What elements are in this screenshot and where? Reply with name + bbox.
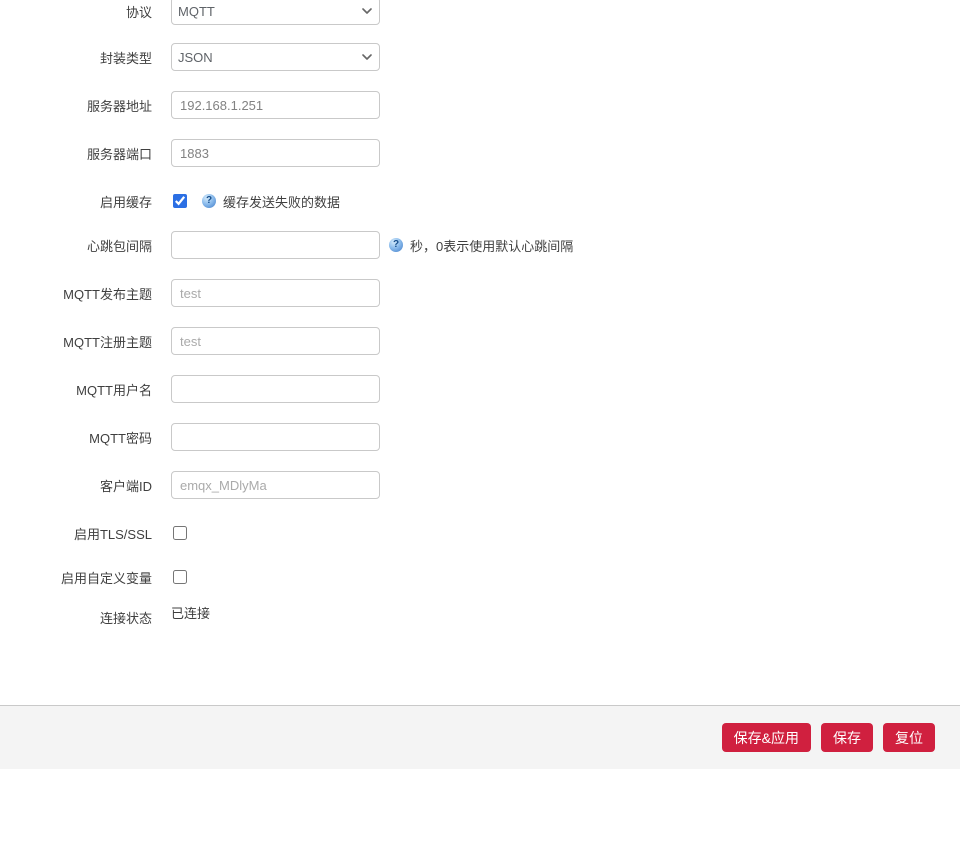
form-row-register-topic: MQTT注册主题 bbox=[0, 327, 380, 355]
heartbeat-interval-input[interactable] bbox=[171, 231, 380, 259]
form-row-heartbeat-interval: 心跳包间隔 ? 秒，0表示使用默认心跳间隔 bbox=[0, 231, 573, 259]
form-row-encapsulation: 封装类型 JSON bbox=[0, 43, 380, 71]
form-row-enable-custom-vars: 启用自定义变量 bbox=[0, 563, 187, 591]
mqtt-settings-page: 协议 MQTT 封装类型 JSON 服务器地址 bbox=[0, 0, 960, 843]
publish-topic-input[interactable] bbox=[171, 279, 380, 307]
enable-cache-help-text: 缓存发送失败的数据 bbox=[223, 192, 340, 211]
heartbeat-interval-label: 心跳包间隔 bbox=[0, 236, 152, 255]
mqtt-password-input[interactable] bbox=[171, 423, 380, 451]
help-icon: ? bbox=[389, 238, 403, 252]
protocol-select[interactable]: MQTT bbox=[171, 0, 380, 25]
client-id-label: 客户端ID bbox=[0, 476, 152, 495]
encapsulation-select[interactable]: JSON bbox=[171, 43, 380, 71]
protocol-label: 协议 bbox=[0, 2, 152, 21]
heartbeat-interval-help-text: 秒，0表示使用默认心跳间隔 bbox=[410, 236, 573, 255]
server-port-input[interactable] bbox=[171, 139, 380, 167]
server-address-label: 服务器地址 bbox=[0, 96, 152, 115]
mqtt-username-input[interactable] bbox=[171, 375, 380, 403]
enable-tls-label: 启用TLS/SSL bbox=[0, 524, 152, 543]
form-row-publish-topic: MQTT发布主题 bbox=[0, 279, 380, 307]
form-row-mqtt-username: MQTT用户名 bbox=[0, 375, 380, 403]
enable-custom-vars-checkbox[interactable] bbox=[173, 570, 187, 584]
publish-topic-label: MQTT发布主题 bbox=[0, 284, 152, 303]
mqtt-password-label: MQTT密码 bbox=[0, 428, 152, 447]
connection-status-value: 已连接 bbox=[171, 603, 210, 622]
client-id-input[interactable] bbox=[171, 471, 380, 499]
form-row-protocol: 协议 MQTT bbox=[0, 0, 380, 25]
save-button[interactable]: 保存 bbox=[821, 723, 873, 752]
enable-cache-checkbox[interactable] bbox=[173, 194, 187, 208]
mqtt-username-label: MQTT用户名 bbox=[0, 380, 152, 399]
connection-status-label: 连接状态 bbox=[0, 608, 152, 627]
register-topic-label: MQTT注册主题 bbox=[0, 332, 152, 351]
form-row-mqtt-password: MQTT密码 bbox=[0, 423, 380, 451]
form-row-server-address: 服务器地址 bbox=[0, 91, 380, 119]
enable-cache-label: 启用缓存 bbox=[0, 192, 152, 211]
form-row-server-port: 服务器端口 bbox=[0, 139, 380, 167]
enable-custom-vars-label: 启用自定义变量 bbox=[0, 568, 152, 587]
form-row-enable-cache: 启用缓存 ? 缓存发送失败的数据 bbox=[0, 187, 340, 215]
enable-tls-checkbox[interactable] bbox=[173, 526, 187, 540]
form-row-enable-tls: 启用TLS/SSL bbox=[0, 519, 187, 547]
save-apply-button[interactable]: 保存&应用 bbox=[722, 723, 811, 752]
server-address-input[interactable] bbox=[171, 91, 380, 119]
help-icon: ? bbox=[202, 194, 216, 208]
form-row-connection-status: 连接状态 已连接 bbox=[0, 603, 210, 631]
form-row-client-id: 客户端ID bbox=[0, 471, 380, 499]
server-port-label: 服务器端口 bbox=[0, 144, 152, 163]
register-topic-input[interactable] bbox=[171, 327, 380, 355]
action-bar: 保存&应用 保存 复位 bbox=[0, 705, 960, 769]
reset-button[interactable]: 复位 bbox=[883, 723, 935, 752]
encapsulation-label: 封装类型 bbox=[0, 48, 152, 67]
